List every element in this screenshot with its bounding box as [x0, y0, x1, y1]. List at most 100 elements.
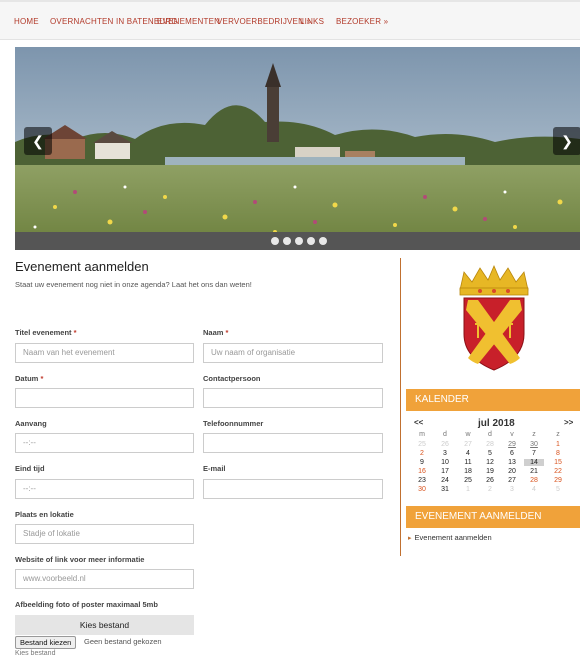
calendar-day[interactable]: 8	[548, 450, 568, 457]
chevron-right-icon[interactable]: ❯	[553, 127, 580, 155]
calendar-day[interactable]: 29	[548, 477, 568, 484]
calendar-day[interactable]: 26	[435, 441, 455, 448]
aanvang-time-input[interactable]: --:--	[15, 433, 194, 453]
telefoon-input[interactable]	[203, 433, 383, 453]
column-divider	[400, 258, 401, 556]
calendar-day[interactable]: 24	[435, 477, 455, 484]
kies-bestand-text: Kies bestand	[15, 650, 56, 657]
nav-item-vervoerbedrijven[interactable]: VERVOERBEDRIJVEN »	[217, 17, 311, 26]
calendar-prev-button[interactable]: <<	[414, 418, 423, 427]
calendar-day[interactable]: 23	[412, 477, 432, 484]
slider-dot-4[interactable]	[307, 237, 315, 245]
calendar-weekday: z	[556, 431, 560, 438]
calendar-weekday: v	[510, 431, 514, 438]
calendar-day[interactable]: 26	[480, 477, 500, 484]
calendar-day[interactable]: 5	[480, 450, 500, 457]
calendar-day[interactable]: 21	[524, 468, 544, 475]
titel-input[interactable]: Naam van het evenement	[15, 343, 194, 363]
calendar-day[interactable]: 29	[502, 441, 522, 448]
datum-input[interactable]	[15, 388, 194, 408]
slider-dot-2[interactable]	[283, 237, 291, 245]
contactpersoon-label: Contactpersoon	[203, 374, 261, 383]
kies-bestand-button[interactable]: Kies bestand	[15, 615, 194, 635]
email-input[interactable]	[203, 479, 383, 499]
calendar-day[interactable]: 31	[435, 486, 455, 493]
nav-item-evenementen[interactable]: EVENEMENTEN	[157, 17, 220, 26]
website-input[interactable]: www.voorbeeld.nl	[15, 569, 194, 589]
calendar-day[interactable]: 3	[435, 450, 455, 457]
nav-item-home[interactable]: HOME	[14, 17, 39, 26]
calendar-day[interactable]: 27	[458, 441, 478, 448]
intro-text: Staat uw evenement nog niet in onze agen…	[15, 280, 252, 289]
calendar-day[interactable]: 2	[480, 486, 500, 493]
required-mark: *	[40, 374, 44, 383]
plaats-input[interactable]: Stadje of lokatie	[15, 524, 194, 544]
calendar-day[interactable]: 30	[412, 486, 432, 493]
calendar-day[interactable]: 13	[502, 459, 522, 466]
contactpersoon-input[interactable]	[203, 388, 383, 408]
nav-item-links[interactable]: LINKS	[300, 17, 324, 26]
kalender-heading: KALENDER	[406, 389, 580, 411]
required-mark: *	[73, 328, 77, 337]
calendar-month-title: jul 2018	[478, 418, 515, 429]
calendar-day[interactable]: 1	[458, 486, 478, 493]
calendar-day[interactable]: 7	[524, 450, 544, 457]
aanvang-label: Aanvang	[15, 419, 47, 428]
slider-dot-5[interactable]	[319, 237, 327, 245]
calendar-weekday: z	[532, 431, 536, 438]
calendar-day[interactable]: 20	[502, 468, 522, 475]
calendar-day[interactable]: 14	[524, 459, 544, 466]
titel-label: Titel evenement *	[15, 328, 77, 337]
calendar-weekday: m	[419, 431, 425, 438]
calendar-day[interactable]: 28	[524, 477, 544, 484]
calendar-day[interactable]: 1	[548, 441, 568, 448]
calendar-next-button[interactable]: >>	[564, 418, 573, 427]
calendar-day[interactable]: 9	[412, 459, 432, 466]
calendar-day[interactable]: 25	[458, 477, 478, 484]
image-slider: ❮ ❯	[15, 47, 580, 250]
naam-label: Naam *	[203, 328, 229, 337]
telefoon-label: Telefoonnummer	[203, 419, 264, 428]
main-navigation: HOME OVERNACHTEN IN BATENBURG EVENEMENTE…	[0, 0, 580, 40]
landscape-photo	[15, 47, 580, 250]
calendar-day[interactable]: 3	[502, 486, 522, 493]
caret-right-icon: ▸	[408, 535, 412, 542]
chevron-left-icon[interactable]: ❮	[24, 127, 52, 155]
calendar-day[interactable]: 16	[412, 468, 432, 475]
calendar-day[interactable]: 27	[502, 477, 522, 484]
calendar-day[interactable]: 4	[524, 486, 544, 493]
calendar-day[interactable]: 2	[412, 450, 432, 457]
calendar-day[interactable]: 19	[480, 468, 500, 475]
slider-dot-3[interactable]	[295, 237, 303, 245]
plaats-label: Plaats en lokatie	[15, 510, 74, 519]
datum-label: Datum *	[15, 374, 44, 383]
calendar-day[interactable]: 25	[412, 441, 432, 448]
eind-tijd-input[interactable]: --:--	[15, 479, 194, 499]
bestand-kiezen-button[interactable]: Bestand kiezen	[15, 636, 77, 649]
coat-of-arms-icon	[459, 264, 529, 371]
calendar-day[interactable]: 17	[435, 468, 455, 475]
evenement-heading: EVENEMENT AANMELDEN	[406, 506, 580, 528]
calendar-weekday: w	[465, 431, 471, 438]
naam-input[interactable]: Uw naam of organisatie	[203, 343, 383, 363]
calendar-day[interactable]: 5	[548, 486, 568, 493]
calendar-day[interactable]: 15	[548, 459, 568, 466]
nav-item-bezoeker[interactable]: BEZOEKER »	[336, 17, 388, 26]
calendar-day[interactable]: 12	[480, 459, 500, 466]
required-mark: *	[225, 328, 229, 337]
eind-tijd-label: Eind tijd	[15, 464, 45, 473]
evenement-aanmelden-link[interactable]: ▸ Evenement aanmelden	[408, 533, 492, 542]
calendar-day[interactable]: 4	[458, 450, 478, 457]
calendar-day[interactable]: 28	[480, 441, 500, 448]
calendar-day[interactable]: 18	[458, 468, 478, 475]
calendar-day[interactable]: 22	[548, 468, 568, 475]
calendar-day[interactable]: 10	[435, 459, 455, 466]
calendar-weekday: d	[443, 431, 447, 438]
page-title: Evenement aanmelden	[15, 259, 149, 274]
slider-dot-1[interactable]	[271, 237, 279, 245]
calendar-day[interactable]: 11	[458, 459, 478, 466]
file-status: Geen bestand gekozen	[84, 637, 162, 646]
calendar-day[interactable]: 30	[524, 441, 544, 448]
calendar-day[interactable]: 6	[502, 450, 522, 457]
slider-pagination	[15, 232, 580, 250]
